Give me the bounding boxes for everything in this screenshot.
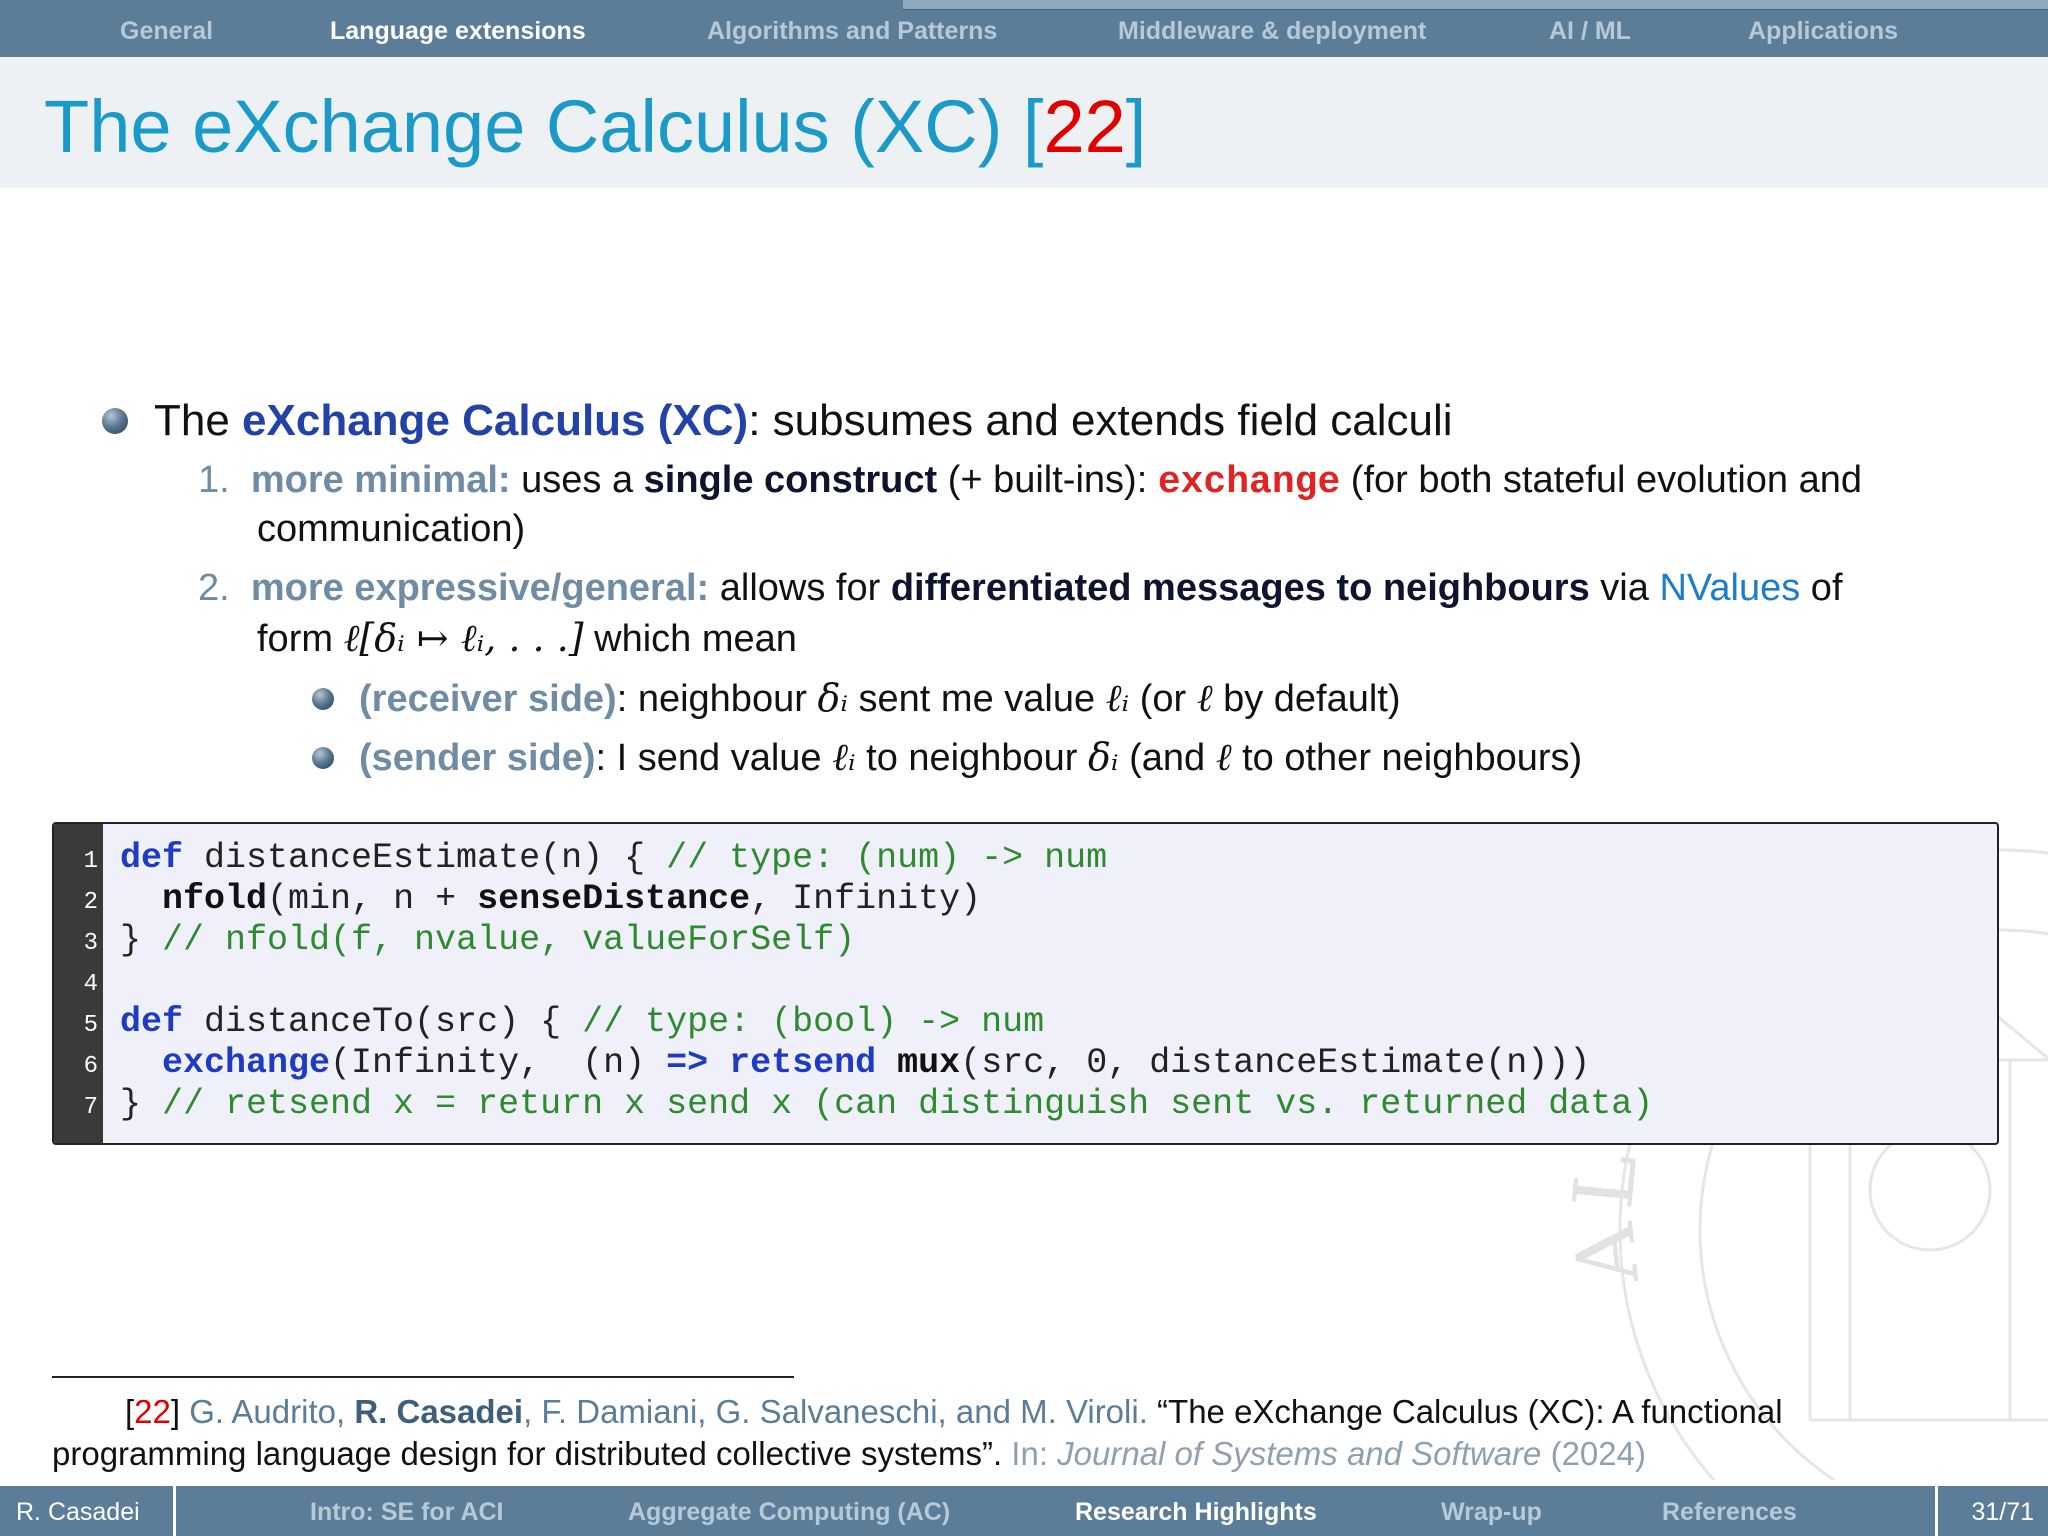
enum-item-2: 2. more expressive/general: allows for d… [198, 567, 1843, 609]
title-citation-link[interactable]: 22 [1043, 85, 1125, 168]
footer-section-intro[interactable]: Intro: SE for ACI [310, 1498, 504, 1527]
footnote-line-2: programming language design for distribu… [52, 1435, 1646, 1472]
bullet-marker [102, 408, 128, 434]
nav-tab-language-extensions[interactable]: Language extensions [330, 17, 586, 46]
xc-term: eXchange Calculus (XC) [242, 396, 749, 445]
sub-bullet-marker [312, 688, 334, 710]
footnote-venue: In: Journal of Systems and Software (202… [1002, 1435, 1646, 1472]
footnote-rule [52, 1376, 794, 1378]
item-lead: more minimal: [250, 459, 511, 501]
exchange-keyword: exchange [1157, 461, 1341, 504]
sub-bullet-sender: (sender side): I send value ℓᵢ to neighb… [359, 735, 1583, 779]
enum-number: 2. [198, 567, 230, 609]
line-number: 3 [83, 930, 98, 957]
code-line-6: 6 exchange(Infinity, (n) => retsend mux(… [54, 1043, 1591, 1083]
nav-tab-algorithms-patterns[interactable]: Algorithms and Patterns [707, 17, 997, 46]
section-navigation-bar: General Language extensions Algorithms a… [0, 0, 2048, 57]
enum-number: 1. [198, 459, 230, 501]
code-line-2: 2 nfold(min, n + senseDistance, Infinity… [54, 879, 982, 919]
slide-title-bracket: ] [1125, 85, 1147, 168]
progress-indicator [903, 0, 2048, 10]
line-number: 6 [83, 1053, 98, 1080]
code-line-1: 1 def distanceEstimate(n) { // type: (nu… [54, 838, 1108, 878]
enum-item-1-continuation: communication) [257, 508, 526, 550]
nav-tab-applications[interactable]: Applications [1748, 17, 1898, 46]
footer-section-wrap-up[interactable]: Wrap-up [1441, 1498, 1542, 1527]
footer-section-references[interactable]: References [1662, 1498, 1797, 1527]
nav-tab-general[interactable]: General [120, 17, 213, 46]
line-number: 2 [83, 889, 98, 916]
slide-title: The eXchange Calculus (XC) [22] [44, 90, 1146, 164]
footnote-line-1: [22] G. Audrito, R. Casadei, F. Damiani,… [125, 1393, 1783, 1430]
slide-title-text: The eXchange Calculus (XC) [ [44, 85, 1044, 168]
code-line-7: 7 } // retsend x = return x send x (can … [54, 1084, 1654, 1124]
footer-author: R. Casadei [16, 1498, 140, 1526]
code-listing: 1 def distanceEstimate(n) { // type: (nu… [52, 822, 1999, 1145]
line-number: 1 [83, 848, 98, 875]
enum-item-1: 1. more minimal: uses a single construct… [198, 459, 1863, 504]
code-line-5: 5 def distanceTo(src) { // type: (bool) … [54, 1002, 1045, 1042]
item-lead: more expressive/general: [250, 567, 710, 609]
page-number: 31/71 [1971, 1498, 2034, 1526]
code-line-4: 4 [54, 961, 138, 1001]
line-number: 4 [83, 971, 98, 998]
sub-bullet-receiver: (receiver side): neighbour δᵢ sent me va… [359, 676, 1401, 720]
main-bullet: The eXchange Calculus (XC): subsumes and… [154, 396, 1453, 445]
footnote-number: 22 [134, 1393, 171, 1430]
line-number: 7 [83, 1094, 98, 1121]
line-number: 5 [83, 1012, 98, 1039]
footnote-authors: G. Audrito, R. Casadei, F. Damiani, G. S… [180, 1393, 1148, 1430]
nvalues-link[interactable]: NValues [1659, 567, 1800, 609]
code-line-3: 3 } // nfold(f, nvalue, valueForSelf) [54, 920, 856, 960]
nav-tab-middleware-deployment[interactable]: Middleware & deployment [1118, 17, 1426, 46]
footer-navigation-bar: R. Casadei Intro: SE for ACI Aggregate C… [0, 1486, 2048, 1536]
enum-item-2-continuation: form ℓ[δᵢ ↦ ℓᵢ, . . .] which mean [257, 616, 797, 660]
nav-tab-ai-ml[interactable]: AI / ML [1549, 17, 1631, 46]
footer-section-aggregate-computing[interactable]: Aggregate Computing (AC) [628, 1498, 950, 1527]
footer-section-research-highlights[interactable]: Research Highlights [1075, 1498, 1317, 1527]
sub-bullet-marker [312, 747, 334, 769]
footer-divider [173, 1486, 176, 1536]
footer-divider [1935, 1486, 1938, 1536]
nvalue-formula: ℓ[δᵢ ↦ ℓᵢ, . . .] [343, 616, 584, 660]
